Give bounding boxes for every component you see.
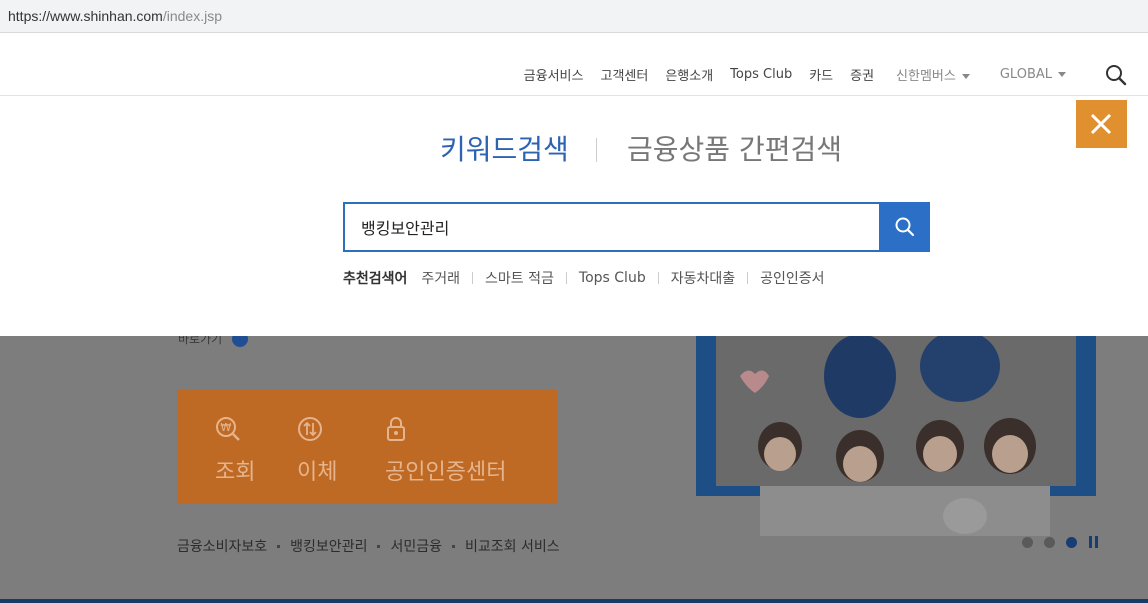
nav-item-customer-center[interactable]: 고객센터: [600, 65, 648, 84]
promo-photo: [740, 336, 1050, 536]
chevron-down-icon: [1058, 72, 1066, 77]
site-header: 금융서비스 고객센터 은행소개 Tops Club 카드 증권 신한멤버스 GL…: [0, 34, 1148, 96]
link-divider: [451, 544, 455, 548]
keyword-link[interactable]: 스마트 적금: [485, 268, 554, 288]
search-field-wrapper: [343, 202, 881, 252]
search-input[interactable]: [361, 215, 861, 239]
slider-controls: [1022, 536, 1100, 548]
link-divider: [377, 544, 381, 548]
service-link[interactable]: 뱅킹보안관리: [290, 536, 367, 556]
quick-menu: ₩ 조회 이체 공인인증센터: [177, 390, 557, 504]
chevron-down-icon: [961, 74, 970, 79]
search-overlay: 키워드검색 금융상품 간편검색 추천검색어 주거래 스마트 적금 Tops Cl…: [0, 96, 1148, 336]
pause-icon[interactable]: [1088, 536, 1100, 548]
keyword-divider: [747, 272, 749, 284]
service-link[interactable]: 비교조회 서비스: [465, 536, 560, 556]
tab-product-search[interactable]: 금융상품 간편검색: [627, 128, 842, 168]
search-tabs: 키워드검색 금융상품 간편검색: [0, 128, 1148, 168]
dimmed-page-background: 바로가기 ₩ 조회 이체 공인인증센터 금융소비자보호 뱅킹보안관리 서민금융 …: [0, 336, 1148, 603]
lock-icon: [387, 417, 405, 441]
quick-menu-label: 공인인증센터: [385, 460, 507, 485]
slider-dot[interactable]: [1022, 536, 1033, 548]
keyword-divider: [472, 272, 474, 284]
tab-keyword-search[interactable]: 키워드검색: [440, 128, 569, 168]
arrow-circle-icon: [232, 336, 248, 347]
nav-dropdown-global[interactable]: GLOBAL: [1000, 67, 1066, 82]
nav-item-securities[interactable]: 증권: [850, 65, 874, 84]
keyword-divider: [565, 272, 567, 284]
quick-menu-label: 조회: [215, 460, 256, 485]
keyword-link[interactable]: 공인인증서: [760, 268, 824, 288]
recommended-label: 추천검색어: [343, 271, 408, 287]
url-text[interactable]: https://www.shinhan.com/index.jsp: [8, 8, 222, 24]
shortcut-link[interactable]: 바로가기: [178, 336, 222, 347]
service-links: 금융소비자보호 뱅킹보안관리 서민금융 비교조회 서비스: [177, 536, 560, 556]
footer-divider: [0, 599, 1148, 603]
svg-text:₩: ₩: [221, 421, 232, 434]
header-search-icon[interactable]: [1104, 63, 1128, 87]
recommended-keywords: 추천검색어 주거래 스마트 적금 Tops Club 자동차대출 공인인증서: [343, 268, 825, 288]
won-search-icon: ₩: [216, 417, 240, 441]
link-divider: [277, 544, 281, 548]
tab-divider: [596, 138, 597, 162]
quick-menu-label: 이체: [297, 460, 338, 485]
nav-item-financial-services[interactable]: 금융서비스: [524, 65, 584, 84]
top-nav: 금융서비스 고객센터 은행소개 Tops Club 카드 증권 신한멤버스 GL…: [507, 65, 1066, 84]
keyword-divider: [657, 272, 659, 284]
nav-dropdown-members[interactable]: 신한멤버스: [896, 65, 970, 84]
transfer-icon: [298, 417, 322, 441]
nav-item-bank-intro[interactable]: 은행소개: [665, 65, 713, 84]
search-icon: [895, 217, 915, 237]
keyword-link[interactable]: 주거래: [421, 268, 460, 288]
slider-dot-active[interactable]: [1066, 536, 1077, 548]
keyword-link[interactable]: 자동차대출: [671, 268, 735, 288]
address-bar[interactable]: https://www.shinhan.com/index.jsp: [0, 0, 1148, 33]
keyword-link[interactable]: Tops Club: [579, 270, 646, 286]
service-link[interactable]: 서민금융: [390, 536, 442, 556]
service-link[interactable]: 금융소비자보호: [177, 536, 267, 556]
search-submit-button[interactable]: [880, 202, 930, 252]
nav-item-tops-club[interactable]: Tops Club: [730, 67, 792, 82]
nav-item-card[interactable]: 카드: [809, 65, 833, 84]
slider-dot[interactable]: [1044, 536, 1055, 548]
